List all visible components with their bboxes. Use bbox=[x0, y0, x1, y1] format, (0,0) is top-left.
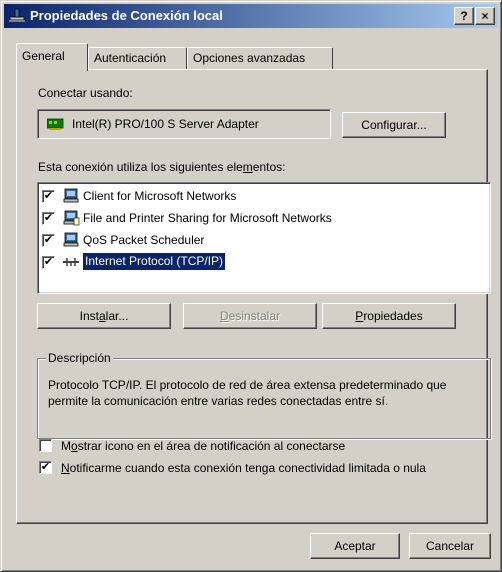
properties-button[interactable]: Propiedades bbox=[322, 303, 456, 329]
qos-scheduler-icon bbox=[63, 232, 79, 247]
configure-button[interactable]: Confi g urar... bbox=[342, 112, 446, 138]
configure-label-pre: Confi bbox=[361, 118, 390, 132]
description-title: Descripción bbox=[46, 351, 113, 365]
install-label-key: a bbox=[98, 309, 106, 323]
cancel-button[interactable]: Cancelar bbox=[409, 533, 491, 559]
notify-checkbox[interactable]: ✔ bbox=[39, 461, 52, 474]
window-title: Propiedades de Conexión local bbox=[30, 8, 223, 23]
list-item[interactable]: ✔ File and Printer Sharing for Microsoft… bbox=[40, 208, 488, 230]
uninstall-label-key: D bbox=[219, 309, 229, 323]
help-button[interactable]: ? bbox=[454, 7, 474, 25]
properties-label-post: ropiedades bbox=[363, 309, 423, 323]
adapter-field: Intel(R) PRO/100 S Server Adapter bbox=[37, 109, 331, 139]
title-bar[interactable]: Propiedades de Conexión local ? × bbox=[4, 4, 498, 28]
install-label-post: lar... bbox=[105, 309, 129, 323]
notify-label-post: otificarme cuando esta conexión tenga co… bbox=[69, 461, 426, 475]
item-checkbox[interactable]: ✔ bbox=[42, 190, 55, 203]
network-connection-icon bbox=[9, 8, 25, 22]
list-item[interactable]: ✔ Client for Microsoft Networks bbox=[40, 186, 488, 208]
item-checkbox[interactable]: ✔ bbox=[42, 234, 55, 247]
install-label-pre: Inst bbox=[79, 309, 99, 323]
properties-label-key: P bbox=[355, 309, 364, 323]
description-text: Protocolo TCP/IP. El protocolo de red de… bbox=[48, 378, 447, 408]
configure-label-post: urar... bbox=[396, 118, 427, 132]
connect-using-label: Conectar usando: bbox=[38, 86, 133, 100]
show-icon-label: Mostrar icono en el área de notificación… bbox=[61, 438, 473, 454]
list-item[interactable]: ✔ Internet Protocol (TCP/IP) bbox=[40, 252, 488, 274]
notify-label-key: N bbox=[61, 461, 70, 475]
properties-dialog: Propiedades de Conexión local ? × Genera… bbox=[0, 0, 502, 572]
notify-option[interactable]: ✔ Notificarme cuando esta conexión tenga… bbox=[37, 460, 477, 494]
item-label: Client for Microsoft Networks bbox=[83, 189, 237, 203]
item-checkbox[interactable]: ✔ bbox=[42, 212, 55, 225]
tab-general[interactable]: General bbox=[16, 43, 88, 71]
elements-label-pre: Esta conexión utiliza los siguientes ele bbox=[38, 160, 243, 174]
item-label: QoS Packet Scheduler bbox=[83, 233, 205, 247]
elements-label: Esta conexión utiliza los siguientes ele… bbox=[38, 160, 286, 174]
components-list[interactable]: ✔ Client for Microsoft Networks ✔ File a… bbox=[37, 182, 491, 294]
adapter-name: Intel(R) PRO/100 S Server Adapter bbox=[72, 117, 259, 131]
show-icon-checkbox[interactable] bbox=[39, 439, 52, 452]
show-icon-label-key: o bbox=[71, 439, 78, 453]
configure-label-key: g bbox=[389, 118, 396, 132]
tab-authentication[interactable]: Autenticación bbox=[88, 47, 187, 69]
show-icon-label-post: strar icono en el área de notificación a… bbox=[77, 439, 346, 453]
close-button[interactable]: × bbox=[475, 7, 495, 25]
item-checkbox[interactable]: ✔ bbox=[42, 256, 55, 269]
item-label-selected: Internet Protocol (TCP/IP) bbox=[83, 253, 226, 270]
description-group: Descripción Protocolo TCP/IP. El protoco… bbox=[37, 351, 491, 439]
accept-button[interactable]: Aceptar bbox=[310, 533, 400, 559]
show-icon-label-pre: M bbox=[61, 439, 71, 453]
network-client-icon bbox=[63, 188, 79, 203]
elements-label-post: entos: bbox=[252, 160, 286, 174]
list-item[interactable]: ✔ QoS Packet Scheduler bbox=[40, 230, 488, 252]
item-label: File and Printer Sharing for Microsoft N… bbox=[83, 211, 332, 225]
show-icon-option[interactable]: Mostrar icono en el área de notificación… bbox=[37, 438, 477, 456]
install-button[interactable]: Inst a lar... bbox=[37, 303, 171, 329]
uninstall-button[interactable]: Desinstalar bbox=[183, 303, 317, 329]
general-panel: Conectar usando: Intel(R) PRO/100 S Serv… bbox=[16, 69, 491, 524]
uninstall-label-post: esinstalar bbox=[228, 309, 281, 323]
network-adapter-icon bbox=[47, 118, 64, 130]
file-printer-sharing-icon bbox=[63, 210, 80, 226]
protocol-icon bbox=[63, 258, 79, 266]
elements-label-key: m bbox=[242, 160, 253, 174]
tab-advanced-options[interactable]: Opciones avanzadas bbox=[187, 47, 333, 69]
notify-label: Notificarme cuando esta conexión tenga c… bbox=[61, 460, 473, 476]
